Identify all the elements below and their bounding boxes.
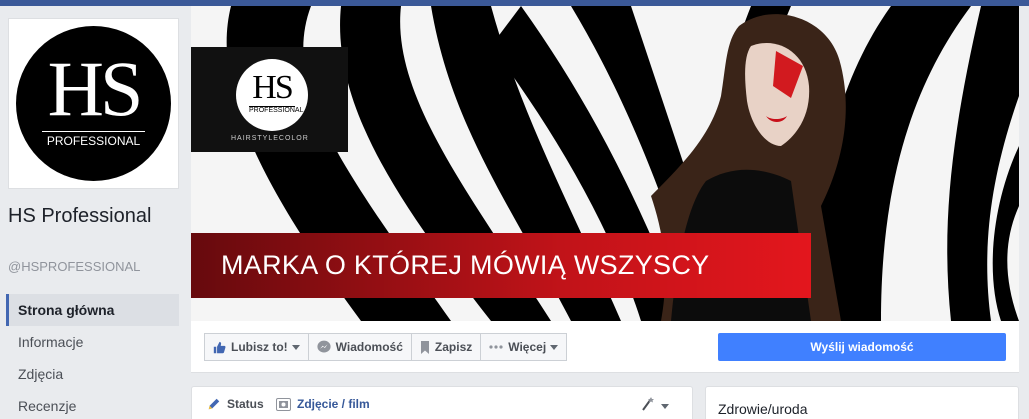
status-tab[interactable]: Status <box>207 397 264 411</box>
cover-photo[interactable]: HS PROFESSIONAL HAIRSTYLECOLOR MARKA O K… <box>191 6 1019 321</box>
page-name[interactable]: HS Professional <box>8 205 178 228</box>
nav-item-reviews[interactable]: Recenzje <box>6 390 179 419</box>
more-button-label: Więcej <box>508 340 547 354</box>
message-button[interactable]: Wiadomość <box>307 333 412 361</box>
like-button-label: Lubisz to! <box>231 340 288 354</box>
page-handle[interactable]: @HSPROFESSIONAL <box>8 259 140 274</box>
action-button-group: Lubisz to! Wiadomość Zapisz Więcej <box>204 333 568 361</box>
like-button[interactable]: Lubisz to! <box>204 333 309 361</box>
page-category[interactable]: Zdrowie/uroda <box>718 401 808 417</box>
camera-icon <box>276 397 291 411</box>
chevron-down-icon <box>661 404 669 409</box>
cover-tagline: HAIRSTYLECOLOR <box>231 135 309 142</box>
hs-professional-logo: HS PROFESSIONAL <box>16 26 171 181</box>
save-button-label: Zapisz <box>434 340 473 354</box>
cover-logo-circle: HS PROFESSIONAL <box>236 59 308 131</box>
pencil-icon <box>207 397 221 411</box>
send-message-button[interactable]: Wyślij wiadomość <box>718 333 1006 361</box>
composer-options[interactable] <box>639 395 669 418</box>
banner-text: MARKA O KTÓREJ MÓWIĄ WSZYSCY <box>221 250 710 280</box>
messenger-icon <box>317 340 331 354</box>
more-button[interactable]: Więcej <box>480 333 568 361</box>
page-nav: Strona główna Informacje Zdjęcia Recenzj… <box>6 294 179 419</box>
message-button-label: Wiadomość <box>335 340 403 354</box>
cover-logo-sub: PROFESSIONAL <box>249 106 304 114</box>
sparkle-icon <box>639 395 657 418</box>
profile-picture[interactable]: HS PROFESSIONAL <box>8 18 179 189</box>
cover-brand-block: HS PROFESSIONAL HAIRSTYLECOLOR <box>191 47 348 152</box>
more-dots-icon <box>489 345 503 349</box>
logo-main-text: HS <box>47 45 144 132</box>
page-info-box: Zdrowie/uroda <box>705 386 1019 419</box>
cover-banner: MARKA O KTÓREJ MÓWIĄ WSZYSCY <box>191 233 1019 298</box>
bookmark-icon <box>420 340 430 354</box>
thumbs-up-icon <box>213 341 226 354</box>
nav-item-photos[interactable]: Zdjęcia <box>6 358 179 390</box>
chevron-down-icon <box>291 344 300 350</box>
cover-logo-main: HS <box>252 69 293 106</box>
logo-sub-text: PROFESSIONAL <box>42 131 145 148</box>
chevron-down-icon <box>550 344 559 350</box>
photo-video-tab-label: Zdjęcie / film <box>297 397 370 411</box>
save-button[interactable]: Zapisz <box>410 333 482 361</box>
status-tab-label: Status <box>227 397 264 411</box>
page-action-bar: Lubisz to! Wiadomość Zapisz Więcej Wyśli… <box>191 321 1019 373</box>
nav-item-about[interactable]: Informacje <box>6 326 179 358</box>
photo-video-tab[interactable]: Zdjęcie / film <box>276 397 370 411</box>
post-composer: Status Zdjęcie / film <box>191 386 693 419</box>
nav-item-home[interactable]: Strona główna <box>6 294 179 326</box>
